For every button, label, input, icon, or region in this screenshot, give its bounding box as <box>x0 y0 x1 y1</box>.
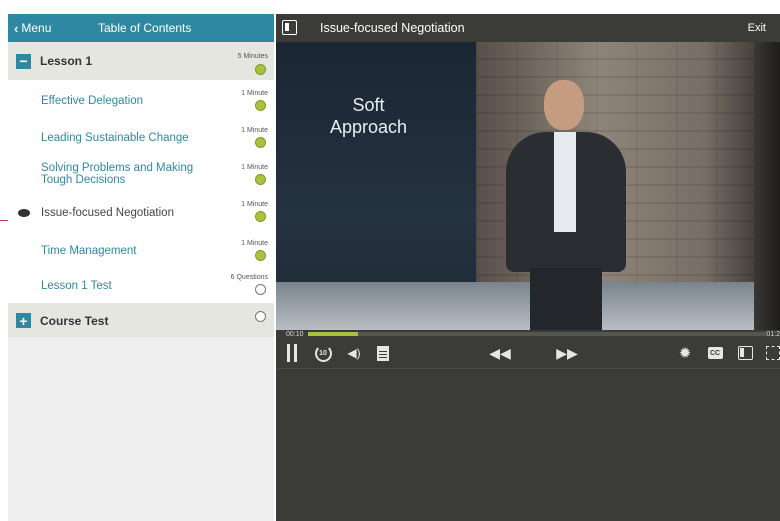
list-item[interactable]: Effective Delegation 1 Minute <box>8 80 274 116</box>
pause-icon[interactable] <box>285 342 299 364</box>
list-item-current[interactable]: Issue-focused Negotiation 1 Minute <box>8 196 274 230</box>
player-header: Issue-focused Negotiation Exit <box>276 14 780 42</box>
toc-header: ‹ Menu Table of Contents <box>8 14 274 42</box>
item-duration: 1 Minute <box>241 127 268 134</box>
item-duration: 1 Minute <box>241 164 268 171</box>
item-label[interactable]: Effective Delegation <box>41 95 219 107</box>
video-frame[interactable]: Soft Approach <box>276 42 780 330</box>
gear-icon[interactable]: ✹ <box>676 342 694 364</box>
item-duration: 1 Minute <box>241 201 268 208</box>
controls-divider <box>276 368 780 369</box>
incomplete-status-icon <box>255 284 266 295</box>
list-item[interactable]: Time Management 1 Minute <box>8 230 274 268</box>
presenter-figure <box>496 72 646 330</box>
video-caption-text: Soft Approach <box>330 94 407 138</box>
panel-toggle-icon[interactable] <box>736 342 754 364</box>
plus-box-icon[interactable]: + <box>16 313 31 328</box>
fullscreen-icon[interactable] <box>766 342 780 364</box>
item-label[interactable]: Lesson 1 Test <box>41 280 219 292</box>
current-bullet-icon <box>18 209 30 217</box>
video-caption-line-1: Soft <box>352 95 385 115</box>
item-label[interactable]: Solving Problems and Making Tough Decisi… <box>41 162 219 186</box>
list-item[interactable]: Lesson 1 Test 6 Questions <box>8 268 274 303</box>
player-area: Issue-focused Negotiation Exit Soft Appr… <box>276 14 780 521</box>
toc-title: Table of Contents <box>98 21 192 35</box>
cc-label: CC <box>707 347 723 359</box>
item-label[interactable]: Issue-focused Negotiation <box>41 207 219 219</box>
seek-bar-progress <box>308 332 359 336</box>
item-label[interactable]: Time Management <box>41 245 219 257</box>
panel-toggle-icon[interactable] <box>282 20 297 35</box>
complete-status-icon <box>255 250 266 261</box>
menu-label: Menu <box>21 21 52 35</box>
replay-10-icon[interactable]: 10 <box>313 342 333 364</box>
lesson-1-items: Effective Delegation 1 Minute Leading Su… <box>8 80 274 303</box>
presenter-head <box>544 80 584 130</box>
lesson-1-header[interactable]: − Lesson 1 5 Minutes <box>8 42 274 80</box>
presenter-shirt <box>554 132 576 232</box>
player-controls: 10 ◀) ◀◀ ▶▶ ✹ CC <box>276 342 780 366</box>
lesson-1-duration: 5 Minutes <box>237 53 268 60</box>
document-icon[interactable] <box>376 342 390 364</box>
minus-box-icon[interactable]: − <box>16 53 31 69</box>
seek-bar[interactable] <box>308 332 766 336</box>
item-duration: 1 Minute <box>241 240 268 247</box>
replay-seconds: 10 <box>314 344 332 362</box>
total-time: 01:2 <box>766 331 780 338</box>
volume-icon[interactable]: ◀) <box>344 342 364 364</box>
lesson-1-title: Lesson 1 <box>40 54 93 68</box>
complete-status-icon <box>255 174 266 185</box>
fast-forward-icon[interactable]: ▶▶ <box>556 342 578 364</box>
complete-status-icon <box>255 64 266 75</box>
list-item[interactable]: Leading Sustainable Change 1 Minute <box>8 116 274 154</box>
incomplete-status-icon <box>255 311 266 322</box>
item-duration: 1 Minute <box>241 90 268 97</box>
video-pillar <box>754 42 780 330</box>
table-of-contents-panel: ‹ Menu Table of Contents − Lesson 1 5 Mi… <box>8 14 274 521</box>
menu-button[interactable]: ‹ Menu <box>14 14 51 42</box>
cc-icon[interactable]: CC <box>706 342 724 364</box>
presenter-legs <box>530 268 602 330</box>
list-item[interactable]: Solving Problems and Making Tough Decisi… <box>8 154 274 196</box>
course-test-header[interactable]: + Course Test <box>8 303 274 337</box>
course-test-title: Course Test <box>40 314 109 328</box>
course-player: ‹ Menu Table of Contents − Lesson 1 5 Mi… <box>0 0 780 521</box>
exit-button[interactable]: Exit <box>748 14 766 42</box>
complete-status-icon <box>255 137 266 148</box>
item-label[interactable]: Leading Sustainable Change <box>41 132 219 144</box>
rewind-icon[interactable]: ◀◀ <box>489 342 511 364</box>
page-title: Issue-focused Negotiation <box>320 21 465 35</box>
complete-status-icon <box>255 100 266 111</box>
current-time: 00:10 <box>286 331 304 338</box>
item-duration: 6 Questions <box>230 274 268 281</box>
complete-status-icon <box>255 211 266 222</box>
chevron-left-icon: ‹ <box>14 20 19 36</box>
video-caption-line-2: Approach <box>330 117 408 137</box>
